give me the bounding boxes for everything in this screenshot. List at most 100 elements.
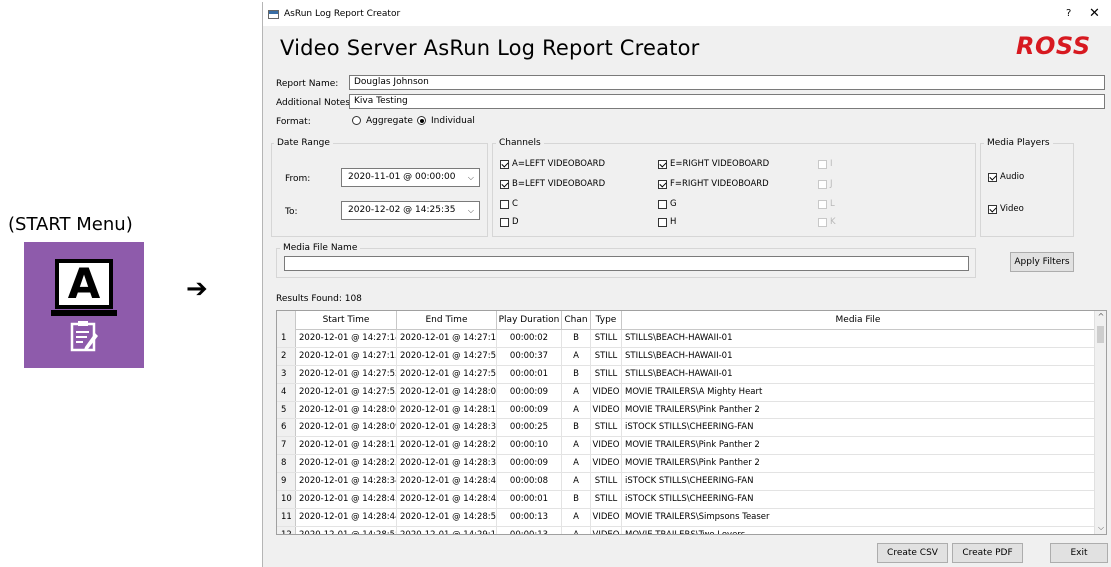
column-header-start-time[interactable]: ^ Start Time — [296, 311, 397, 330]
results-count: Results Found: 108 — [276, 294, 362, 304]
channel-k-checkbox: K — [818, 217, 836, 227]
table-body: 1 2020-12-01 @ 14:27:14 2020-12-01 @ 14:27… — [277, 330, 1095, 534]
row-number: 3 — [277, 365, 296, 383]
row-number: 8 — [277, 455, 296, 473]
table-row[interactable]: 7 2020-12-01 @ 14:28:15 2020-12-01 @ 14:28… — [277, 437, 1095, 456]
table-cell: A — [562, 383, 591, 401]
table-cell: STILLS\BEACH-HAWAII-01 — [622, 365, 1095, 383]
channel-a-checkbox[interactable]: A=LEFT VIDEOBOARD — [500, 159, 605, 169]
table-cell: 00:00:01 — [497, 491, 562, 508]
table-cell: A — [562, 437, 591, 455]
app-heading: Video Server AsRun Log Report Creator — [280, 36, 700, 60]
channel-e-checkbox[interactable]: E=RIGHT VIDEOBOARD — [658, 159, 769, 169]
clipboard-icon — [70, 321, 98, 352]
table-cell: 00:00:25 — [497, 419, 562, 437]
help-button[interactable]: ? — [1066, 8, 1071, 19]
format-aggregate-radio[interactable] — [352, 116, 361, 125]
tile-underline — [51, 310, 117, 316]
to-date-select[interactable]: 2020-12-02 @ 14:25:35 ⌵ — [341, 201, 480, 220]
column-header-media-file[interactable]: Media File — [622, 311, 1095, 330]
table-cell: MOVIE TRAILERS\Pink Panther 2 — [622, 437, 1095, 455]
row-number: 12 — [277, 526, 296, 534]
create-pdf-button[interactable]: Create PDF — [952, 543, 1023, 563]
row-number: 5 — [277, 401, 296, 419]
from-date-select[interactable]: 2020-11-01 @ 00:00:00 ⌵ — [341, 168, 480, 187]
table-cell: 00:00:13 — [497, 526, 562, 534]
apply-filters-button[interactable]: Apply Filters — [1010, 252, 1074, 272]
channel-f-checkbox[interactable]: F=RIGHT VIDEOBOARD — [658, 179, 769, 189]
notes-input[interactable]: Kiva Testing — [349, 94, 1105, 109]
start-menu-caption: (START Menu) — [8, 214, 133, 235]
channel-i-checkbox: I — [818, 159, 833, 169]
table-cell: 2020-12-01 @ 14:28:57 — [397, 508, 497, 526]
table-cell: VIDEO — [591, 401, 622, 419]
media-file-input[interactable] — [284, 256, 969, 271]
channel-d-checkbox[interactable]: D — [500, 217, 519, 227]
table-cell: 00:00:37 — [497, 347, 562, 365]
channels-group — [492, 143, 976, 237]
channel-h-checkbox[interactable]: H — [658, 217, 676, 227]
table-row[interactable]: 4 2020-12-01 @ 14:27:53 2020-12-01 @ 14:28… — [277, 383, 1095, 402]
table-cell: 2020-12-01 @ 14:28:44 — [397, 491, 497, 508]
table-cell: A — [562, 526, 591, 534]
table-cell: 00:00:09 — [497, 455, 562, 473]
table-row[interactable]: 1 2020-12-01 @ 14:27:14 2020-12-01 @ 14:27… — [277, 330, 1095, 348]
table-cell: 2020-12-01 @ 14:27:15 — [296, 347, 397, 365]
row-number: 11 — [277, 508, 296, 526]
asrun-app-tile[interactable]: A — [24, 242, 144, 368]
table-cell: 2020-12-01 @ 14:27:52 — [397, 347, 497, 365]
table-cell: 2020-12-01 @ 14:28:25 — [397, 437, 497, 455]
table-cell: STILL — [591, 347, 622, 365]
video-checkbox[interactable]: Video — [988, 204, 1024, 214]
table-cell: 00:00:09 — [497, 383, 562, 401]
table-cell: MOVIE TRAILERS\Pink Panther 2 — [622, 455, 1095, 473]
table-row[interactable]: 8 2020-12-01 @ 14:28:25 2020-12-01 @ 14:28… — [277, 455, 1095, 474]
results-table: ^ Start Time End Time Play Duration Chan … — [276, 310, 1107, 535]
table-cell: MOVIE TRAILERS\Two Lovers — [622, 526, 1095, 534]
letter-a-icon: A — [55, 259, 113, 309]
vertical-scrollbar[interactable]: ^ ⌵ — [1094, 311, 1106, 534]
table-cell: 2020-12-01 @ 14:28:02 — [397, 383, 497, 401]
title-bar[interactable]: AsRun Log Report Creator ? ✕ — [263, 2, 1111, 26]
chevron-down-icon: ⌵ — [467, 173, 474, 182]
create-csv-button[interactable]: Create CSV — [877, 543, 948, 563]
table-cell: VIDEO — [591, 455, 622, 473]
arrow-right-icon: ➔ — [186, 274, 208, 304]
table-cell: VIDEO — [591, 508, 622, 526]
table-cell: MOVIE TRAILERS\A Mighty Heart — [622, 383, 1095, 401]
column-header-end-time[interactable]: End Time — [397, 311, 497, 330]
column-header-type[interactable]: Type — [591, 311, 622, 330]
table-cell: A — [562, 473, 591, 491]
channel-l-checkbox: L — [818, 199, 835, 209]
column-header-chan[interactable]: Chan — [562, 311, 591, 330]
from-label: From: — [285, 174, 311, 184]
row-number: 2 — [277, 347, 296, 365]
close-button[interactable]: ✕ — [1089, 6, 1100, 21]
table-row[interactable]: 6 2020-12-01 @ 14:28:09 2020-12-01 @ 14:28… — [277, 419, 1095, 438]
audio-checkbox[interactable]: Audio — [988, 172, 1024, 182]
sort-up-icon: ^ — [343, 310, 349, 316]
format-individual-radio[interactable] — [417, 116, 426, 125]
table-cell: 2020-12-01 @ 14:28:43 — [296, 491, 397, 508]
table-cell: B — [562, 330, 591, 347]
table-header: ^ Start Time End Time Play Duration Chan … — [277, 311, 1095, 330]
channel-g-checkbox[interactable]: G — [658, 199, 677, 209]
table-cell: 00:00:01 — [497, 365, 562, 383]
table-row[interactable]: 3 2020-12-01 @ 14:27:52 2020-12-01 @ 14:27… — [277, 365, 1095, 384]
format-label: Format: — [276, 117, 311, 127]
table-row[interactable]: 9 2020-12-01 @ 14:28:34 2020-12-01 @ 14:28… — [277, 473, 1095, 492]
column-header-play-duration[interactable]: Play Duration — [497, 311, 562, 330]
exit-button[interactable]: Exit — [1050, 543, 1108, 563]
table-row[interactable]: 5 2020-12-01 @ 14:28:06 2020-12-01 @ 14:28… — [277, 401, 1095, 420]
table-cell: 00:00:02 — [497, 330, 562, 347]
report-name-input[interactable]: Douglas Johnson — [349, 75, 1105, 90]
table-row[interactable]: 11 2020-12-01 @ 14:28:44 2020-12-01 @ 14:2… — [277, 508, 1095, 527]
table-row[interactable]: 2 2020-12-01 @ 14:27:15 2020-12-01 @ 14:27… — [277, 347, 1095, 366]
table-cell: MOVIE TRAILERS\Pink Panther 2 — [622, 401, 1095, 419]
table-row[interactable]: 12 2020-12-01 @ 14:28:58 2020-12-01 @ 14:2… — [277, 526, 1095, 534]
channel-b-checkbox[interactable]: B=LEFT VIDEOBOARD — [500, 179, 605, 189]
table-row[interactable]: 10 2020-12-01 @ 14:28:43 2020-12-01 @ 14:2… — [277, 491, 1095, 509]
table-cell: STILL — [591, 491, 622, 508]
channel-c-checkbox[interactable]: C — [500, 199, 518, 209]
table-cell: 2020-12-01 @ 14:28:09 — [296, 419, 397, 437]
